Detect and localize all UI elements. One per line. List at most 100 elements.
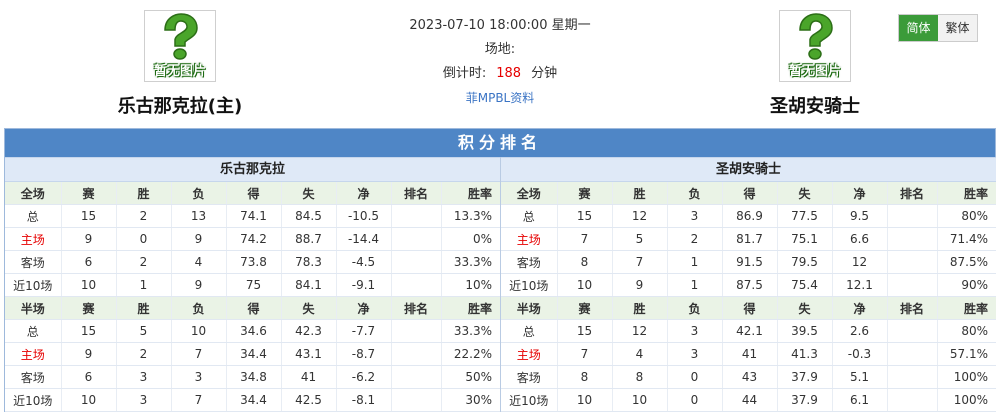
table-cell: 0 (667, 365, 723, 389)
table-cell (391, 227, 442, 251)
table-cell: 10% (441, 273, 500, 297)
column-header: 胜率 (937, 182, 996, 205)
table-cell: 9 (171, 273, 227, 297)
table-cell: 13.3% (441, 204, 500, 228)
table-cell: 0 (116, 227, 172, 251)
home-team-name[interactable]: 乐古那克拉(主) (80, 92, 280, 118)
table-cell (391, 319, 442, 343)
home-team-logo: 暂无图片 (144, 10, 216, 82)
column-header: 胜率 (937, 296, 996, 320)
table-cell: 80% (937, 319, 996, 343)
table-cell: 71.4% (937, 227, 996, 251)
table-cell: 74.1 (226, 204, 282, 228)
table-cell: 5.1 (832, 365, 888, 389)
column-header: 得 (226, 182, 282, 205)
table-cell: 3 (171, 365, 227, 389)
table-cell: 33.3% (441, 319, 500, 343)
column-header: 负 (171, 182, 227, 205)
table-cell: 6 (61, 365, 117, 389)
away-team-block: 暂无图片 圣胡安骑士 (715, 10, 915, 118)
table-cell: 近10场 (501, 388, 558, 412)
home-logo-text: 暂无图片 (153, 64, 206, 79)
table-cell (887, 388, 938, 412)
column-header: 全场 (501, 182, 558, 205)
away-logo-text: 暂无图片 (788, 64, 841, 79)
table-cell: 33.3% (441, 250, 500, 274)
lang-traditional-button[interactable]: 繁体 (938, 15, 977, 41)
table-cell: 主场 (501, 342, 558, 366)
table-cell: 34.4 (226, 342, 282, 366)
table-cell: 57.1% (937, 342, 996, 366)
table-cell: 87.5% (937, 250, 996, 274)
column-header: 排名 (887, 296, 938, 320)
table-cell: 10 (61, 388, 117, 412)
table-cell: 7 (612, 250, 668, 274)
table-cell (887, 319, 938, 343)
table-cell: 84.5 (281, 204, 337, 228)
table-cell: 42.3 (281, 319, 337, 343)
table-cell: 2 (116, 204, 172, 228)
table-cell: 3 (667, 342, 723, 366)
table-cell: 42.5 (281, 388, 337, 412)
table-row: 总 15 5 10 34.6 42.3 -7.7 33.3% (5, 319, 500, 343)
table-cell: 12 (612, 319, 668, 343)
table-cell: 12.1 (832, 273, 888, 297)
home-team-block: 暂无图片 乐古那克拉(主) (80, 10, 280, 118)
table-cell: -9.1 (336, 273, 392, 297)
table-cell: 43.1 (281, 342, 337, 366)
table-cell: 8 (557, 365, 613, 389)
column-header: 净 (336, 182, 392, 205)
column-header: 失 (281, 182, 337, 205)
table-cell: 9 (612, 273, 668, 297)
table-cell: 39.5 (777, 319, 833, 343)
table-cell: 75.1 (777, 227, 833, 251)
table-cell: 客场 (5, 365, 62, 389)
away-team-name[interactable]: 圣胡安骑士 (715, 92, 915, 118)
match-info: 2023-07-10 18:00:00 星期一 场地: 倒计时: 188 分钟 菲M… (360, 14, 640, 110)
table-cell: 6 (61, 250, 117, 274)
table-row: 近10场 10 10 0 44 37.9 6.1 100% (501, 388, 996, 412)
table-cell: 100% (937, 388, 996, 412)
column-header: 失 (281, 296, 337, 320)
column-header: 赛 (61, 182, 117, 205)
column-header: 赛 (557, 182, 613, 205)
countdown-value: 188 (496, 66, 522, 81)
table-row: 近10场 10 9 1 87.5 75.4 12.1 90% (501, 273, 996, 297)
table-cell: 100% (937, 365, 996, 389)
table-cell: -7.7 (336, 319, 392, 343)
table-cell: 10 (557, 388, 613, 412)
away-standings: 圣胡安骑士 全场赛胜负得失净排名 胜率总 15 12 3 86.9 77.5 9.5 80% 主场… (500, 157, 996, 412)
table-cell: 近10场 (5, 388, 62, 412)
table-cell: 10 (557, 273, 613, 297)
standings-title: 积分排名 (5, 129, 995, 157)
table-cell: 客场 (501, 250, 558, 274)
table-cell: 41 (281, 365, 337, 389)
column-header: 失 (777, 182, 833, 205)
table-cell: 50% (441, 365, 500, 389)
table-cell: 42.1 (722, 319, 778, 343)
league-link[interactable]: 菲MPBL资料 (466, 91, 535, 105)
column-header: 半场 (5, 296, 62, 320)
venue-label: 场地: (484, 42, 516, 57)
table-cell: 客场 (5, 250, 62, 274)
table-row: 主场 9 2 7 34.4 43.1 -8.7 22.2% (5, 342, 500, 366)
table-cell: 87.5 (722, 273, 778, 297)
table-cell: 8 (612, 365, 668, 389)
table-cell: 80% (937, 204, 996, 228)
table-cell: -10.5 (336, 204, 392, 228)
table-cell: 75.4 (777, 273, 833, 297)
column-header: 胜 (116, 296, 172, 320)
table-cell: 10 (612, 388, 668, 412)
table-cell: 2.6 (832, 319, 888, 343)
column-header: 负 (667, 182, 723, 205)
table-cell: 主场 (501, 227, 558, 251)
table-row: 总 15 2 13 74.1 84.5 -10.5 13.3% (5, 204, 500, 228)
table-cell (887, 250, 938, 274)
lang-simplified-button[interactable]: 简体 (899, 15, 938, 41)
table-cell (887, 227, 938, 251)
table-cell (391, 365, 442, 389)
table-cell: -6.2 (336, 365, 392, 389)
table-cell: 9 (61, 342, 117, 366)
home-standings: 乐古那克拉 全场赛胜负得失净排名 胜率总 15 2 13 74.1 84.5 -10.5 13.… (5, 157, 500, 412)
match-datetime: 2023-07-10 18:00:00 星期一 (409, 18, 591, 33)
